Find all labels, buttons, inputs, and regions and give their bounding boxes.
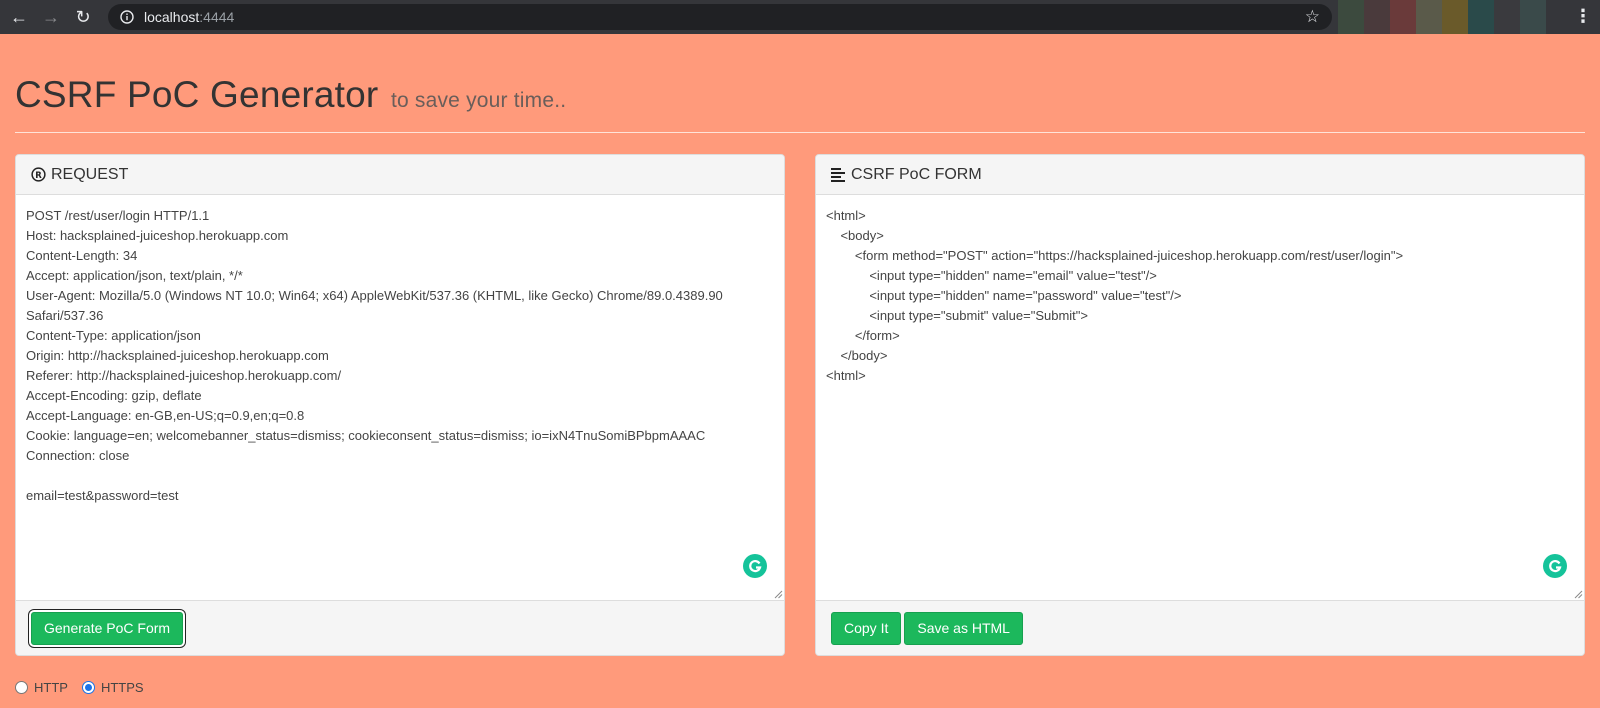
poc-code-line: <form method="POST" action="https://hack… — [826, 248, 1404, 263]
poc-code-line: <input type="hidden" name="email" value=… — [826, 268, 1157, 283]
poc-code-line: <body> — [826, 228, 884, 243]
resize-handle-icon[interactable] — [1573, 589, 1583, 599]
title-divider — [15, 132, 1585, 133]
request-line: Origin: http://hacksplained-juiceshop.he… — [26, 348, 329, 363]
protocol-selector: HTTP HTTPS — [15, 680, 158, 695]
http-radio-label[interactable]: HTTP — [34, 680, 68, 695]
page-subtitle: to save your time.. — [390, 89, 567, 112]
browser-toolbar: ← → ↻ localhost:4444 ☆ ⋮ — [0, 0, 1600, 34]
page-title-text: CSRF PoC Generator — [15, 74, 379, 115]
http-radio[interactable] — [15, 681, 28, 694]
request-line: Content-Type: application/json — [26, 328, 201, 343]
poc-code-line: <html> — [826, 208, 866, 223]
poc-code-line: <html> — [826, 368, 866, 383]
https-radio-label[interactable]: HTTPS — [101, 680, 144, 695]
request-panel-footer: Generate PoC Form — [16, 601, 784, 655]
request-line: Connection: close — [26, 448, 130, 463]
address-bar[interactable]: localhost:4444 ☆ — [108, 4, 1332, 30]
reload-icon[interactable]: ↻ — [70, 4, 96, 30]
request-line: POST /rest/user/login HTTP/1.1 — [26, 208, 210, 223]
poc-code-line: <input type="submit" value="Submit"> — [826, 308, 1088, 323]
request-panel-title: REQUEST — [51, 165, 129, 183]
https-radio[interactable] — [81, 681, 95, 694]
poc-code-line: </form> — [826, 328, 900, 343]
poc-form-panel-title: CSRF PoC FORM — [851, 165, 982, 183]
kebab-menu-icon[interactable]: ⋮ — [1574, 6, 1592, 26]
request-line: email=test&password=test — [26, 488, 179, 503]
poc-form-panel: CSRF PoC FORM <html> <body> <form method… — [815, 154, 1585, 656]
request-line — [26, 466, 774, 486]
svg-text:R: R — [35, 170, 42, 180]
save-as-html-button[interactable]: Save as HTML — [904, 611, 1023, 645]
request-line: Referer: http://hacksplained-juiceshop.h… — [26, 368, 342, 383]
url-port: :4444 — [199, 9, 235, 25]
poc-form-panel-footer: Copy It Save as HTML — [816, 601, 1584, 655]
request-line: Host: hacksplained-juiceshop.herokuapp.c… — [26, 228, 289, 243]
generate-poc-button[interactable]: Generate PoC Form — [31, 611, 184, 645]
star-icon[interactable]: ☆ — [1305, 7, 1320, 27]
request-line: User-Agent: Mozilla/5.0 (Windows NT 10.0… — [26, 288, 727, 323]
url-host: localhost — [144, 9, 200, 25]
poc-code-line: </body> — [826, 348, 888, 363]
forward-icon[interactable]: → — [38, 4, 64, 30]
request-line: Accept: application/json, text/plain, */… — [26, 268, 243, 283]
request-line: Content-Length: 34 — [26, 248, 138, 263]
grammarly-icon[interactable] — [1543, 554, 1567, 578]
poc-code-line: <input type="hidden" name="password" val… — [826, 288, 1182, 303]
request-textarea[interactable]: POST /rest/user/login HTTP/1.1 Host: hack… — [16, 195, 784, 601]
resize-handle-icon[interactable] — [773, 589, 783, 599]
page-title: CSRF PoC Generator to save your time.. — [15, 74, 566, 116]
request-line: Accept-Language: en-GB,en-US;q=0.9,en;q=… — [26, 408, 305, 423]
registered-icon: R — [31, 167, 46, 182]
extension-icons — [1338, 0, 1546, 34]
info-icon[interactable] — [120, 10, 134, 24]
request-line: Accept-Encoding: gzip, deflate — [26, 388, 202, 403]
back-icon[interactable]: ← — [6, 4, 32, 30]
poc-form-textarea[interactable]: <html> <body> <form method="POST" action… — [816, 195, 1584, 601]
grammarly-icon[interactable] — [743, 554, 767, 578]
copy-button[interactable]: Copy It — [831, 611, 902, 645]
poc-form-panel-heading: CSRF PoC FORM — [816, 155, 1584, 195]
align-left-icon — [831, 167, 845, 182]
request-panel: R REQUEST POST /rest/user/login HTTP/1.1… — [15, 154, 785, 656]
request-panel-heading: R REQUEST — [16, 155, 784, 195]
request-line: Cookie: language=en; welcomebanner_statu… — [26, 428, 706, 443]
